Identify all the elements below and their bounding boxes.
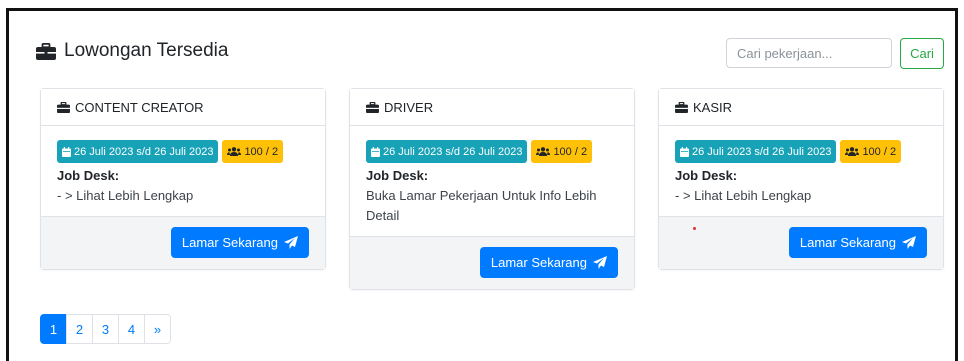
job-desk-label: Job Desk: [57,168,120,183]
calendar-icon [62,146,71,157]
calendar-icon [371,146,380,157]
paper-plane-icon [902,236,916,249]
job-card-body: 26 Juli 2023 s/d 26 Juli 2023 100 / 2 Jo… [659,126,943,216]
job-card-driver: DRIVER 26 Juli 2023 s/d 26 Juli 2023 100… [349,88,635,290]
page-link-1[interactable]: 1 [40,314,67,344]
count-text: 100 / 2 [244,145,279,158]
count-text: 100 / 2 [862,145,897,158]
date-badge: 26 Juli 2023 s/d 26 Juli 2023 [675,140,837,163]
job-card-content-creator: CONTENT CREATOR 26 Juli 2023 s/d 26 Juli… [40,88,326,270]
search-input[interactable] [726,38,892,68]
job-card-header: KASIR [659,89,943,126]
job-card-footer: Lamar Sekarang [659,216,943,269]
job-card-footer: Lamar Sekarang [350,236,634,289]
search-button[interactable]: Cari [900,38,944,69]
users-icon [227,147,242,156]
date-text: 26 Juli 2023 s/d 26 Juli 2023 [692,145,832,158]
page-link-4[interactable]: 4 [118,314,145,344]
job-card-footer: Lamar Sekarang [41,216,325,269]
briefcase-icon [366,101,379,113]
job-card-header: DRIVER [350,89,634,126]
date-badge: 26 Juli 2023 s/d 26 Juli 2023 [366,140,528,163]
page-link-3[interactable]: 3 [92,314,119,344]
apply-button[interactable]: Lamar Sekarang [788,227,927,258]
date-text: 26 Juli 2023 s/d 26 Juli 2023 [74,145,214,158]
job-card-body: 26 Juli 2023 s/d 26 Juli 2023 100 / 2 Jo… [350,126,634,236]
job-title: DRIVER [384,99,434,115]
count-badge: 100 / 2 [840,140,902,163]
calendar-icon [680,146,689,157]
job-card-kasir: KASIR 26 Juli 2023 s/d 26 Juli 2023 100 … [658,88,944,270]
briefcase-icon [57,101,70,113]
apply-button[interactable]: Lamar Sekarang [170,227,309,258]
job-card-header: CONTENT CREATOR [41,89,325,126]
count-badge: 100 / 2 [222,140,284,163]
pagination: 1 2 3 4 » [40,314,171,344]
job-desk-text: Buka Lamar Pekerjaan Untuk Info Lebih De… [366,188,597,223]
job-title: KASIR [693,99,733,115]
page-title: Lowongan Tersedia [36,40,228,62]
job-desk-text: - > Lihat Lebih Lengkap [675,188,812,203]
job-desk-label: Job Desk: [675,168,738,183]
apply-label: Lamar Sekarang [490,255,587,270]
paper-plane-icon [284,236,298,249]
page-header: Lowongan Tersedia Cari [36,36,946,76]
page-link-next[interactable]: » [144,314,171,344]
briefcase-icon [675,101,688,113]
briefcase-icon [36,42,56,60]
users-icon [536,147,551,156]
date-badge: 26 Juli 2023 s/d 26 Juli 2023 [57,140,219,163]
apply-button[interactable]: Lamar Sekarang [479,247,618,278]
apply-label: Lamar Sekarang [799,235,896,250]
job-title: CONTENT CREATOR [75,99,204,115]
apply-label: Lamar Sekarang [181,235,278,250]
page-link-2[interactable]: 2 [66,314,93,344]
red-dot [693,227,696,230]
users-icon [845,147,860,156]
date-text: 26 Juli 2023 s/d 26 Juli 2023 [383,145,523,158]
paper-plane-icon [593,256,607,269]
count-text: 100 / 2 [553,145,588,158]
page-title-text: Lowongan Tersedia [64,40,229,61]
count-badge: 100 / 2 [531,140,593,163]
job-card-body: 26 Juli 2023 s/d 26 Juli 2023 100 / 2 Jo… [41,126,325,216]
job-desk-text: - > Lihat Lebih Lengkap [57,188,194,203]
job-desk-label: Job Desk: [366,168,429,183]
